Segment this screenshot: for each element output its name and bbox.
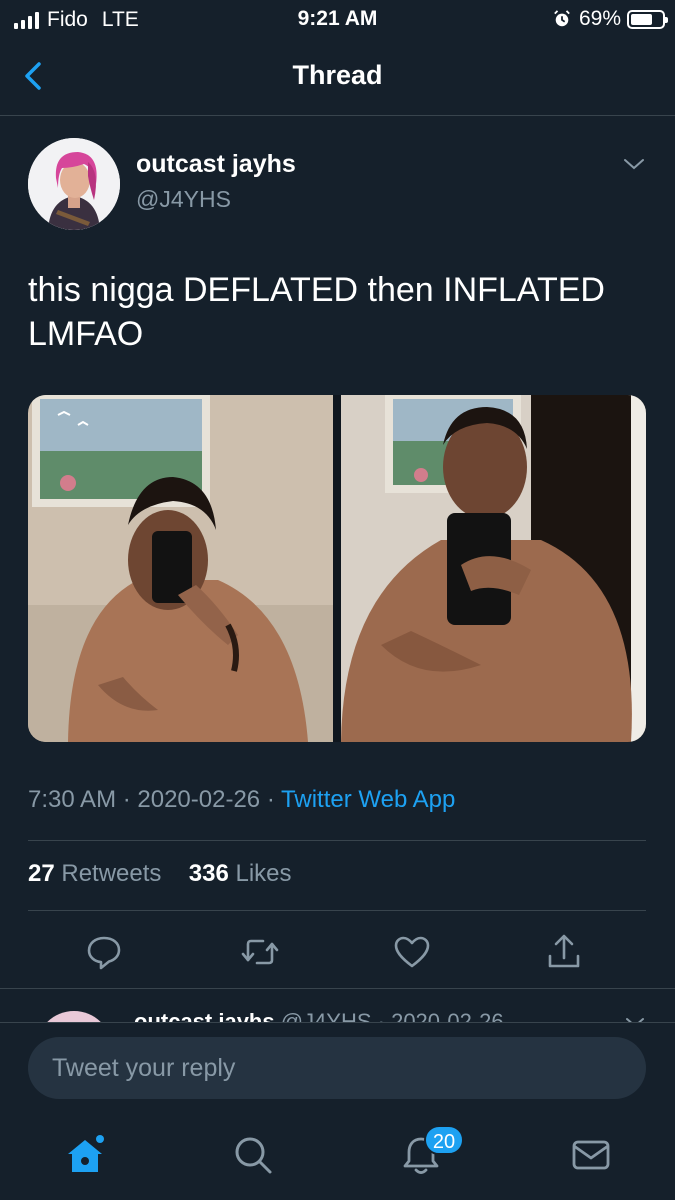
home-icon[interactable] [60,1130,110,1180]
alarm-icon [554,10,570,27]
timestamp-text: 7:30 AM · 2020-02-26 · [28,786,282,813]
tweet-timestamp: 7:30 AM · 2020-02-26 · Twitter Web App [28,786,455,814]
chevron-down-icon[interactable] [623,1011,647,1022]
tweet-media [28,395,646,742]
photo-right[interactable] [341,395,646,742]
nav-bar: Thread [0,40,675,116]
like-icon[interactable] [390,930,434,974]
reply-input[interactable] [28,1037,646,1099]
tab-bar: 20 [0,1112,675,1200]
page-title: Thread [292,60,383,90]
likes-count[interactable]: 336 [189,860,229,887]
tweet-stats: 27 Retweets 336 Likes [28,860,292,888]
notifications-badge: 20 [424,1125,464,1155]
divider [28,910,646,911]
tweet-actions [28,924,646,978]
next-tweet-meta: @J4YHS · 2020-02-26 [280,1009,504,1022]
photo-left[interactable] [28,395,333,742]
likes-label[interactable]: Likes [235,860,291,887]
avatar-image [28,138,120,230]
divider [28,840,646,841]
avatar[interactable] [28,138,120,230]
tweet-text: this nigga DEFLATED then INFLATED LMFAO [28,271,605,353]
messages-icon[interactable] [566,1130,616,1180]
battery-percent: 69% [578,7,621,30]
status-bar: Fido LTE 9:21 AM 69% [0,0,675,40]
next-tweet-header: outcast jayhs @J4YHS · 2020-02-26 [134,1009,504,1022]
search-icon[interactable] [228,1130,278,1180]
retweets-count[interactable]: 27 [28,860,55,887]
reply-icon[interactable] [82,930,126,974]
user-handle[interactable]: @J4YHS [136,186,231,213]
display-name[interactable]: outcast jayhs [136,150,296,179]
tweet-header: outcast jayhs @J4YHS [28,138,648,230]
battery-icon [627,9,668,29]
next-tweet-preview[interactable]: outcast jayhs @J4YHS · 2020-02-26 [0,988,675,1022]
retweet-icon[interactable] [238,930,282,974]
chevron-down-icon[interactable] [620,150,648,178]
retweets-label[interactable]: Retweets [61,860,161,887]
reply-composer [0,1022,675,1112]
battery-fill [631,13,652,25]
status-bar-right: 69% [553,7,668,31]
next-tweet-display-name: outcast jayhs [134,1009,275,1022]
avatar[interactable] [36,1011,112,1022]
tweet-source-link[interactable]: Twitter Web App [281,786,455,813]
share-icon[interactable] [542,930,586,974]
